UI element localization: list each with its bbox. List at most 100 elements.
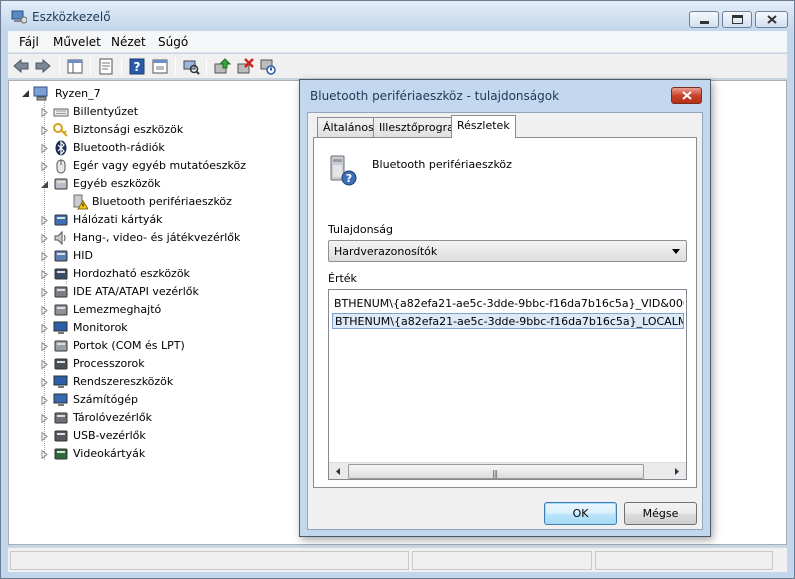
scan-hardware-icon[interactable] (182, 58, 200, 75)
tree-item-label: Tárolóvezérlők (73, 411, 152, 424)
expand-icon[interactable] (41, 360, 48, 369)
expand-icon[interactable] (41, 306, 48, 315)
tree-category-item[interactable]: Egér vagy egyéb mutatóeszköz (9, 157, 309, 175)
scroll-left-icon[interactable] (330, 464, 347, 479)
expand-icon[interactable] (41, 450, 48, 459)
tree-category-item[interactable]: Rendszereszközök (9, 373, 309, 391)
warning-device-icon (73, 194, 88, 210)
property-select[interactable]: Hardverazonosítók (328, 240, 687, 262)
tree-category-item[interactable]: Billentyűzet (9, 103, 309, 121)
tree-category-item[interactable]: Hálózati kártyák (9, 211, 309, 229)
device-name: Bluetooth perifériaeszköz (372, 158, 512, 171)
close-button[interactable] (755, 11, 788, 28)
expand-icon[interactable] (41, 396, 48, 405)
expand-icon[interactable] (41, 288, 48, 297)
tree-category-item[interactable]: Lemezmeghajtó (9, 301, 309, 319)
minimize-button[interactable] (689, 11, 719, 28)
tree-category-item[interactable]: Hang-, video- és játékvezérlők (9, 229, 309, 247)
svg-text:?: ? (346, 172, 352, 185)
expand-icon[interactable] (41, 432, 48, 441)
expand-icon[interactable] (41, 108, 48, 117)
tree-item-label: HID (73, 249, 93, 262)
cpu-icon (54, 358, 68, 370)
tab-details[interactable]: Részletek (451, 115, 516, 138)
expand-icon[interactable] (41, 144, 48, 153)
tree-item-label: Egyéb eszközök (73, 177, 161, 190)
tree-item-label: USB-vezérlők (73, 429, 146, 442)
tree-category-item[interactable]: Biztonsági eszközök (9, 121, 309, 139)
expand-icon[interactable] (41, 270, 48, 279)
tree-item-label: Monitorok (73, 321, 128, 334)
forward-arrow-icon[interactable] (34, 58, 52, 75)
back-arrow-icon[interactable] (12, 58, 30, 75)
expand-icon[interactable] (41, 414, 48, 423)
value-label: Érték (328, 272, 357, 285)
device-manager-icon (11, 10, 27, 24)
dialog-close-button[interactable] (671, 87, 702, 104)
status-segment (10, 551, 409, 570)
expand-icon[interactable] (41, 252, 48, 261)
tree-category-item[interactable]: HID (9, 247, 309, 265)
scrollbar-thumb[interactable]: ||| (348, 464, 644, 479)
cancel-button[interactable]: Mégse (624, 502, 697, 525)
dialog-title: Bluetooth perifériaeszköz - tulajdonságo… (310, 89, 560, 103)
tree-category-item[interactable]: Videokártyák (9, 445, 309, 463)
ok-button[interactable]: OK (544, 502, 617, 525)
menu-action[interactable]: Művelet (53, 35, 101, 49)
unknown-device-icon (54, 178, 68, 190)
help-icon[interactable]: ? (128, 58, 146, 75)
tree-item-label: Hordozható eszközök (73, 267, 190, 280)
properties-icon[interactable] (97, 58, 115, 75)
expand-icon[interactable] (41, 342, 48, 351)
uninstall-icon[interactable] (236, 58, 254, 75)
horizontal-scrollbar[interactable]: ||| (329, 462, 686, 479)
status-segment (412, 551, 592, 570)
tree-item-label: Rendszereszközök (73, 375, 174, 388)
tree-category-item[interactable]: Számítógép (9, 391, 309, 409)
usb-icon (54, 430, 68, 442)
tree-item-label: Hálózati kártyák (73, 213, 163, 226)
close-icon (682, 91, 692, 100)
tree-category-item[interactable]: Tárolóvezérlők (9, 409, 309, 427)
menu-bar: Fájl Művelet Nézet Súgó (8, 31, 787, 53)
property-select-value: Hardverazonosítók (334, 245, 438, 258)
value-listbox[interactable]: BTHENUM\{a82efa21-ae5c-3dde-9bbc-f16da7b… (328, 289, 687, 480)
collapse-icon[interactable] (41, 180, 48, 189)
tree-category-item[interactable]: Hordozható eszközök (9, 265, 309, 283)
status-bar (8, 547, 787, 572)
tree-category-item[interactable]: Processzorok (9, 355, 309, 373)
maximize-button[interactable] (722, 11, 752, 28)
tree-item-label: Videokártyák (73, 447, 146, 460)
list-item-selected[interactable]: BTHENUM\{a82efa21-ae5c-3dde-9bbc-f16da7b… (332, 313, 684, 329)
menu-file[interactable]: Fájl (19, 35, 39, 49)
tree-category-item[interactable]: Bluetooth-rádiók (9, 139, 309, 157)
expand-icon[interactable] (41, 234, 48, 243)
scroll-right-icon[interactable] (668, 464, 685, 479)
disable-device-icon[interactable] (259, 58, 277, 75)
tree-child-item[interactable]: Bluetooth perifériaeszköz (9, 193, 309, 211)
system-icon (53, 375, 68, 388)
tree-category-item[interactable]: Monitorok (9, 319, 309, 337)
tree-category-item[interactable]: USB-vezérlők (9, 427, 309, 445)
menu-view[interactable]: Nézet (111, 35, 146, 49)
list-item[interactable]: BTHENUM\{a82efa21-ae5c-3dde-9bbc-f16da7b… (332, 296, 684, 312)
view-icon[interactable] (151, 58, 169, 75)
menu-help[interactable]: Súgó (158, 35, 188, 49)
expand-icon[interactable] (41, 216, 48, 225)
details-panel: ? Bluetooth perifériaeszköz Tulajdonság … (313, 137, 697, 488)
expand-icon[interactable] (41, 126, 48, 135)
title-bar[interactable]: Eszközkezelő (1, 1, 794, 31)
tree-category-item[interactable]: Egyéb eszközök (9, 175, 309, 193)
update-driver-icon[interactable] (213, 58, 231, 75)
tree-item-label: IDE ATA/ATAPI vezérlők (73, 285, 199, 298)
expand-icon[interactable] (41, 324, 48, 333)
close-icon (767, 15, 777, 24)
show-hide-tree-icon[interactable] (66, 58, 84, 75)
tab-general[interactable]: Általános (317, 117, 380, 137)
tree-root[interactable]: Ryzen_7 (9, 85, 209, 103)
expand-icon[interactable] (41, 162, 48, 171)
tree-item-label: Számítógép (73, 393, 139, 406)
tree-category-item[interactable]: Portok (COM és LPT) (9, 337, 309, 355)
tree-category-item[interactable]: IDE ATA/ATAPI vezérlők (9, 283, 309, 301)
expand-icon[interactable] (41, 378, 48, 387)
